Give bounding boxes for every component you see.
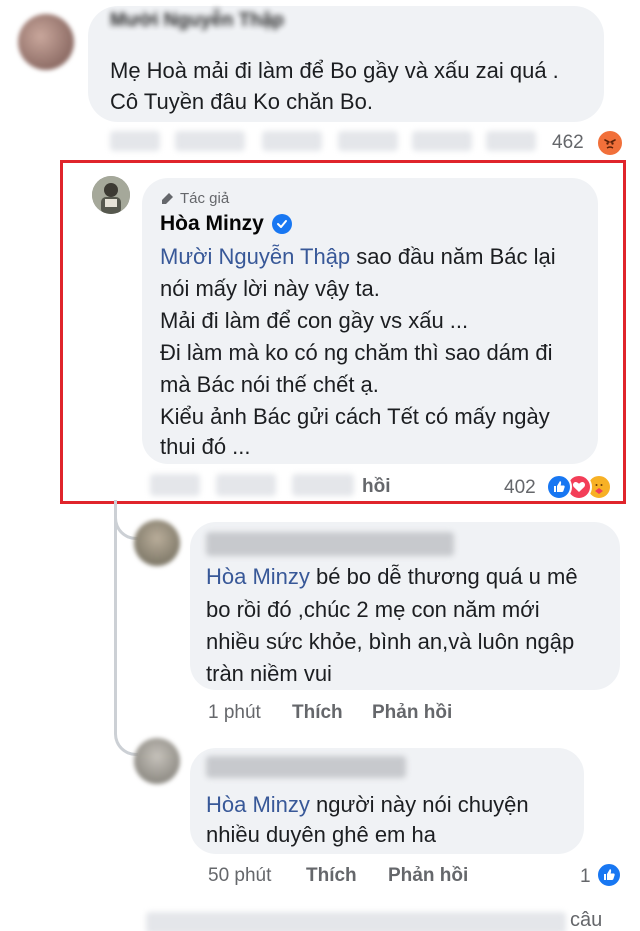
reaction-count[interactable]: 462 xyxy=(552,132,584,154)
avatar[interactable] xyxy=(18,14,74,70)
comment-text-segment: sao đầu năm Bác lại xyxy=(350,244,556,269)
comment-text: Hòa Minzy bé bo dễ thương quá u mê xyxy=(206,562,578,592)
comment-text: Cô Tuyền đâu Ko chăn Bo. xyxy=(110,89,373,114)
comment-text: thui đó ... xyxy=(160,434,251,459)
angry-react-icon[interactable] xyxy=(596,129,624,157)
comment-text: Hòa Minzy người này nói chuyện xyxy=(206,790,529,820)
verified-icon xyxy=(271,214,292,234)
comment-text: Kiểu ảnh Bác gửi cách Tết có mấy ngày xyxy=(160,404,550,429)
blurred-action xyxy=(262,131,322,151)
comment-text: nói mấy lời này vậy ta. xyxy=(160,276,380,301)
comment-text: Mười Nguyễn Thập sao đầu năm Bác lại xyxy=(160,242,556,272)
blurred-action xyxy=(292,474,354,496)
comment-text: Mải đi làm để con gầy vs xấu ... xyxy=(160,308,469,333)
reaction-count[interactable]: 1 xyxy=(580,866,591,888)
reply-button[interactable]: Phản hồi xyxy=(372,702,452,724)
mention-link[interactable]: Hòa Minzy xyxy=(206,792,310,817)
comment-text-segment: người này nói chuyện xyxy=(309,792,529,817)
microphone-icon xyxy=(162,192,173,204)
blurred-action xyxy=(216,474,276,496)
mention-link[interactable]: Mười Nguyễn Thập xyxy=(160,244,350,269)
comment-text: tràn niềm vui xyxy=(206,661,332,686)
like-button[interactable]: Thích xyxy=(306,865,357,887)
comment-text: nhiều duyên ghê em ha xyxy=(206,822,436,847)
comment-text: mà Bác nói thế chết ạ. xyxy=(160,372,379,397)
blurred-action xyxy=(175,131,245,151)
mention-link[interactable]: Hòa Minzy xyxy=(206,564,310,589)
thread-line xyxy=(114,712,138,756)
avatar[interactable] xyxy=(134,738,180,784)
blurred-action xyxy=(150,474,200,496)
author-badge: Tác giả xyxy=(160,190,229,207)
blurred-action xyxy=(486,131,536,151)
like-icon[interactable] xyxy=(546,474,572,500)
comment-author[interactable]: Hòa Minzy xyxy=(160,212,292,236)
avatar[interactable] xyxy=(134,520,180,566)
blurred-author xyxy=(206,532,454,556)
comment-timestamp[interactable]: 1 phút xyxy=(208,702,261,724)
thread-line xyxy=(114,500,138,540)
comment-text: Mẹ Hoà mải đi làm để Bo gầy và xấu zai q… xyxy=(110,58,559,83)
partial-text: câu xyxy=(570,909,603,931)
comment-text: Đi làm mà ko có ng chăm thì sao dám đi xyxy=(160,340,553,365)
reaction-count[interactable]: 402 xyxy=(504,477,536,499)
reply-button[interactable]: Phản hồi xyxy=(388,865,468,887)
comment-text: nhiều sức khỏe, bình an,và luôn ngập xyxy=(206,629,575,654)
like-button[interactable]: Thích xyxy=(292,702,343,724)
comment-text: bo rồi đó ,chúc 2 mẹ con năm mới xyxy=(206,597,540,622)
comment-timestamp[interactable]: 50 phút xyxy=(208,865,271,887)
blurred-action xyxy=(338,131,398,151)
blurred-action xyxy=(412,131,472,151)
thread-line xyxy=(114,506,117,716)
author-badge-label: Tác giả xyxy=(180,190,230,207)
comment-text-segment: bé bo dễ thương quá u mê xyxy=(309,564,578,589)
avatar[interactable] xyxy=(92,176,130,214)
blurred-text xyxy=(146,912,566,931)
like-icon[interactable] xyxy=(596,862,622,888)
blurred-action xyxy=(110,131,160,151)
author-name[interactable]: Hòa Minzy xyxy=(160,212,264,236)
reply-button[interactable]: hồi xyxy=(362,476,391,498)
comment-author[interactable]: Mười Nguyễn Thập xyxy=(110,10,284,32)
blurred-author xyxy=(206,756,406,778)
